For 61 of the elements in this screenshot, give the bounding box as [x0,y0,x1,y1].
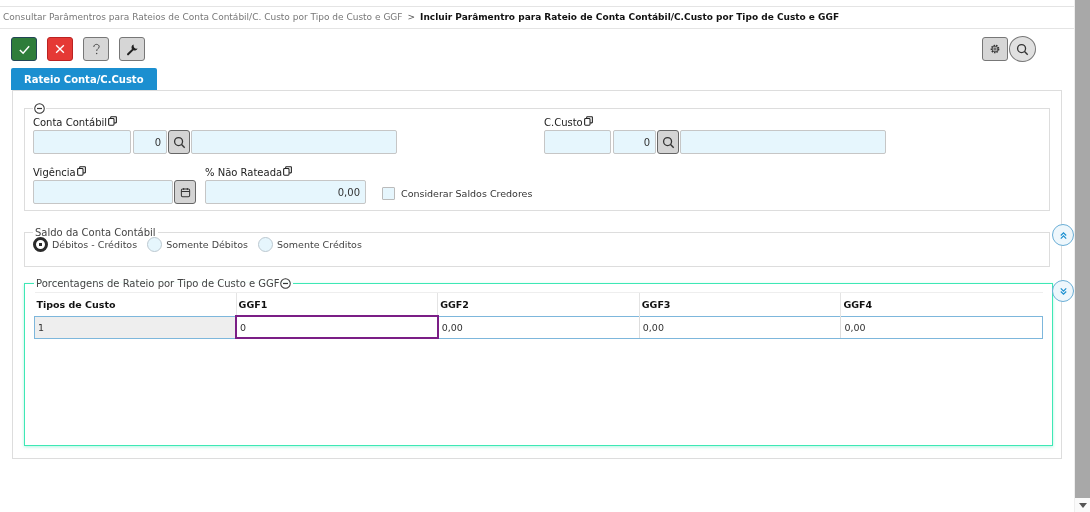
column-header: GGF3 [639,292,841,316]
field-label: Vigência [33,167,76,178]
number-field[interactable]: 0 [613,130,656,154]
radio-button[interactable] [33,237,48,252]
section-title: Saldo da Conta Contábil [35,227,156,238]
column-header: GGF2 [437,292,640,316]
date-field[interactable] [33,180,173,204]
confirm-button[interactable] [11,37,37,61]
calendar-button[interactable] [174,180,196,204]
double-chevron-up-icon [1058,230,1068,240]
radio-label: Somente Débitos [166,239,248,250]
search-icon [661,135,675,149]
field-label: C.Custo [544,117,583,128]
field-label: % Não Rateada [205,167,283,178]
double-chevron-down-icon [1058,286,1068,296]
table-cell[interactable]: 0,00 [437,316,640,338]
close-icon [54,43,66,55]
scrollbar[interactable] [1074,0,1090,512]
search-icon [172,135,186,149]
code-field[interactable] [544,130,611,154]
number-field[interactable]: 0 [133,130,167,154]
tab[interactable]: Rateio Conta/C.Custo [11,68,157,90]
breadcrumb-separator: > [407,12,416,22]
cancel-button[interactable] [47,37,73,61]
scroll-down-button[interactable] [1052,280,1074,302]
scroll-up-button[interactable] [1052,224,1074,246]
description-field[interactable] [680,130,886,154]
checkbox-label: Considerar Saldos Credores [401,187,533,199]
table-cell[interactable]: 0,00 [840,316,1043,338]
percent-field[interactable]: 0,00 [205,180,366,204]
collapse-icon[interactable] [279,278,291,289]
search-button[interactable] [1009,36,1036,62]
scroll-down-arrow-icon[interactable] [1078,502,1087,508]
copy-icon[interactable] [76,166,86,176]
settings-button[interactable] [982,37,1008,61]
copy-icon[interactable] [108,116,118,126]
table-cell[interactable]: 0 [236,316,438,338]
calendar-icon [179,186,191,198]
page-title: Incluir Parâmentro para Rateio de Conta Contábil/C.Custo por Tipo de Custo e GGF [420,12,840,22]
table-cell: 1 [34,316,237,338]
checkbox[interactable] [382,186,395,200]
search-button[interactable] [168,130,190,154]
copy-icon[interactable] [583,116,593,126]
field-label: Conta Contábil [33,117,108,128]
help-button[interactable] [83,37,109,61]
radio-label: Somente Créditos [277,239,362,250]
search-button[interactable] [657,130,679,154]
collapse-icon[interactable] [34,103,45,114]
search-icon [1016,42,1029,56]
breadcrumb-link[interactable]: Consultar Parâmentros para Rateios de Conta Contábil/C. Custo por Tipo de Custo e GGF [3,12,403,22]
tools-button[interactable] [119,37,145,61]
copy-icon[interactable] [283,166,293,176]
column-header: GGF4 [840,292,1043,316]
table-cell[interactable]: 0,00 [639,316,841,338]
code-field[interactable] [33,130,131,154]
settings-icon [989,43,1001,55]
section-title: Porcentagens de Rateio por Tipo de Custo e GGF [36,278,280,289]
radio-label: Débitos - Créditos [52,239,138,250]
wrench-icon [125,42,139,56]
help-icon [91,42,101,56]
description-field[interactable] [191,130,397,154]
